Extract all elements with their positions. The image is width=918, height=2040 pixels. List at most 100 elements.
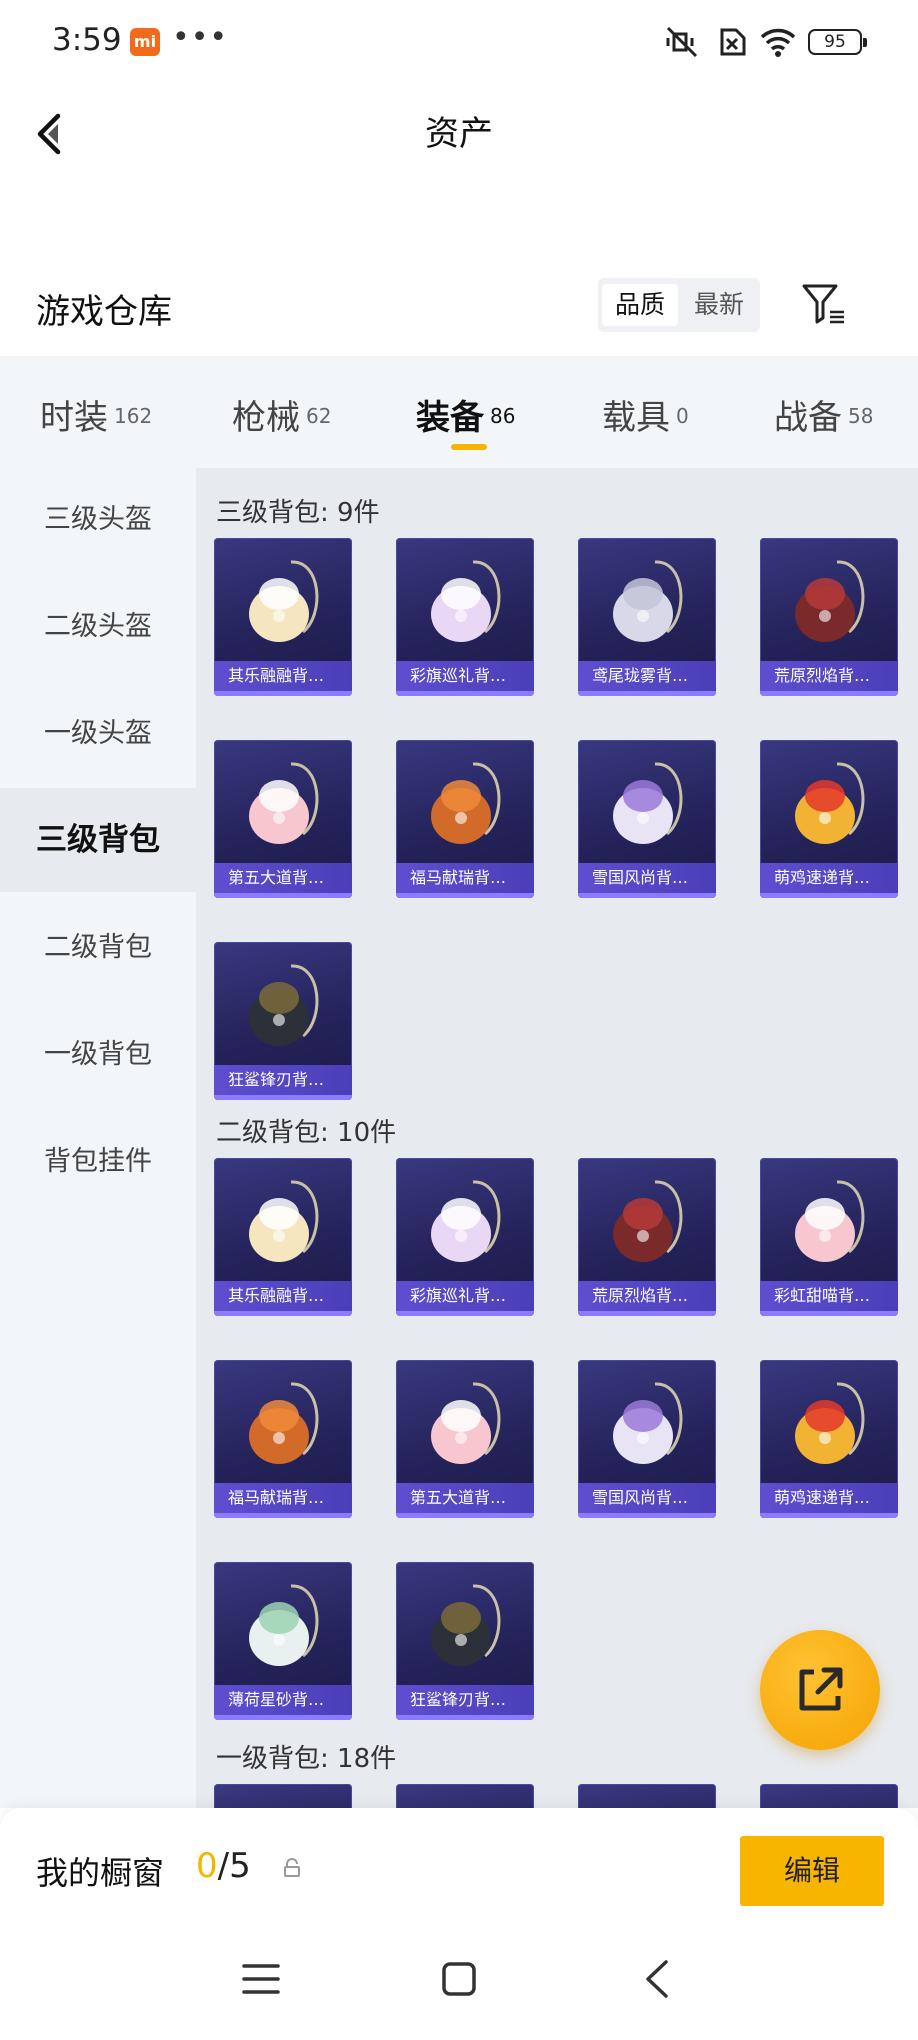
sidebar-item-level2-helmet[interactable]: 二级头盔	[0, 575, 196, 679]
tab-label: 载具	[602, 398, 670, 438]
wifi-icon	[760, 28, 796, 57]
quality-bar	[578, 691, 716, 696]
sidebar-item-level3-helmet[interactable]: 三级头盔	[0, 468, 196, 572]
backpack-item-card[interactable]: 第五大道背…	[396, 1360, 534, 1518]
backpack-item-card[interactable]: 彩旗巡礼背…	[396, 538, 534, 696]
backpack-image	[249, 762, 319, 844]
backpack-item-card[interactable]: 福马献瑞背…	[396, 740, 534, 898]
backpack-item-card[interactable]: 荒原烈焰背…	[760, 538, 898, 696]
backpack-image	[431, 1584, 501, 1666]
backpack-image	[613, 762, 683, 844]
category-tabs: 时装 162 枪械 62 装备 86 载具 0 战备 58	[0, 356, 918, 468]
quality-bar	[760, 1311, 898, 1316]
tab-count: 58	[848, 403, 874, 428]
quality-bar	[760, 893, 898, 898]
tab-fashion[interactable]: 时装 162	[40, 390, 152, 439]
item-name: 萌鸡速递背…	[760, 863, 898, 893]
backpack-image	[795, 1382, 865, 1464]
backpack-item-card[interactable]: 狂鲨锋刃背…	[396, 1562, 534, 1720]
quality-bar	[578, 893, 716, 898]
showcase-count-current: 0	[196, 1846, 218, 1886]
item-name: 第五大道背…	[396, 1483, 534, 1513]
quality-bar	[214, 1311, 352, 1316]
mute-vibrate-icon	[666, 26, 698, 58]
sort-newest-button[interactable]: 最新	[682, 284, 756, 326]
backpack-image	[613, 560, 683, 642]
backpack-item-card[interactable]: 薄荷星砂背…	[214, 1562, 352, 1720]
item-name: 福马献瑞背…	[396, 863, 534, 893]
sidebar-item-level1-helmet[interactable]: 一级头盔	[0, 682, 196, 786]
battery-indicator: 95	[808, 29, 867, 55]
backpack-item-card[interactable]: 第五大道背…	[214, 740, 352, 898]
share-button[interactable]	[760, 1630, 880, 1750]
tab-guns[interactable]: 枪械 62	[232, 390, 331, 439]
backpack-item-card[interactable]: 雪国风尚背…	[578, 740, 716, 898]
active-tab-indicator	[451, 444, 487, 450]
backpack-image	[249, 560, 319, 642]
backpack-image	[431, 1382, 501, 1464]
tab-count: 62	[306, 403, 332, 428]
quality-bar	[214, 691, 352, 696]
backpack-image	[249, 1382, 319, 1464]
quality-bar	[760, 691, 898, 696]
item-name: 萌鸡速递背…	[760, 1483, 898, 1513]
backpack-item-card[interactable]: 狂鲨锋刃背…	[214, 942, 352, 1100]
tab-gear[interactable]: 战备 58	[774, 390, 873, 439]
sort-quality-button[interactable]: 品质	[602, 284, 678, 326]
backpack-item-card[interactable]: 福马献瑞背…	[214, 1360, 352, 1518]
backpack-image	[249, 1180, 319, 1262]
backpack-item-card[interactable]: 鸢尾珑雾背…	[578, 538, 716, 696]
backpack-item-card[interactable]: 彩旗巡礼背…	[396, 1158, 534, 1316]
no-sim-icon	[720, 28, 746, 56]
tab-count: 162	[114, 403, 153, 428]
quality-bar	[396, 1715, 534, 1720]
sidebar-item-backpack-charm[interactable]: 背包挂件	[0, 1110, 196, 1214]
item-name: 彩虹甜喵背…	[760, 1281, 898, 1311]
backpack-item-card[interactable]: 荒原烈焰背…	[578, 1158, 716, 1316]
backpack-image	[795, 1180, 865, 1262]
showcase-label: 我的橱窗	[36, 1854, 165, 1892]
tab-equipment[interactable]: 装备 86	[416, 390, 515, 439]
home-icon[interactable]	[434, 1954, 484, 2004]
backpack-item-card[interactable]: 雪国风尚背…	[578, 1360, 716, 1518]
mi-app-icon: mi	[130, 28, 160, 56]
sidebar-item-level2-backpack[interactable]: 二级背包	[0, 896, 196, 1000]
item-name: 福马献瑞背…	[214, 1483, 352, 1513]
filter-icon[interactable]	[800, 280, 848, 328]
backpack-item-card[interactable]: 萌鸡速递背…	[760, 740, 898, 898]
backpack-item-card[interactable]: 其乐融融背…	[214, 1158, 352, 1316]
backpack-image	[431, 1180, 501, 1262]
tab-label: 时装	[40, 398, 108, 438]
tab-count: 86	[490, 403, 516, 428]
sort-toggle: 品质 最新	[598, 278, 760, 332]
backpack-item-card[interactable]: 彩虹甜喵背…	[760, 1158, 898, 1316]
tab-vehicles[interactable]: 载具 0	[602, 390, 689, 439]
subcategory-sidebar: 三级头盔 二级头盔 一级头盔 三级背包 二级背包 一级背包 背包挂件	[0, 468, 196, 1808]
backpack-item-card[interactable]: 萌鸡速递背…	[760, 1360, 898, 1518]
backpack-item-card[interactable]: 其乐融融背…	[214, 538, 352, 696]
quality-bar	[396, 691, 534, 696]
backpack-image	[431, 762, 501, 844]
item-name: 狂鲨锋刃背…	[396, 1685, 534, 1715]
backpack-item-card[interactable]	[578, 1784, 716, 1808]
item-name: 狂鲨锋刃背…	[214, 1065, 352, 1095]
warehouse-header: 游戏仓库 品质 最新	[0, 256, 918, 356]
item-name: 彩旗巡礼背…	[396, 1281, 534, 1311]
share-icon	[799, 1667, 843, 1711]
backpack-item-card[interactable]	[760, 1784, 898, 1808]
quality-bar	[760, 1513, 898, 1518]
quality-bar	[214, 893, 352, 898]
quality-bar	[396, 1311, 534, 1316]
menu-icon[interactable]	[236, 1954, 286, 2004]
sidebar-item-level1-backpack[interactable]: 一级背包	[0, 1003, 196, 1107]
sidebar-item-level3-backpack[interactable]: 三级背包	[0, 788, 196, 892]
quality-bar	[396, 893, 534, 898]
nav-back-icon[interactable]	[634, 1954, 684, 2004]
showcase-count: 0/5	[196, 1846, 251, 1886]
item-name: 彩旗巡礼背…	[396, 661, 534, 691]
quality-bar	[578, 1513, 716, 1518]
backpack-item-card[interactable]	[214, 1784, 352, 1808]
system-nav-bar	[0, 1918, 918, 2040]
backpack-item-card[interactable]	[396, 1784, 534, 1808]
edit-button[interactable]: 编辑	[740, 1836, 884, 1906]
